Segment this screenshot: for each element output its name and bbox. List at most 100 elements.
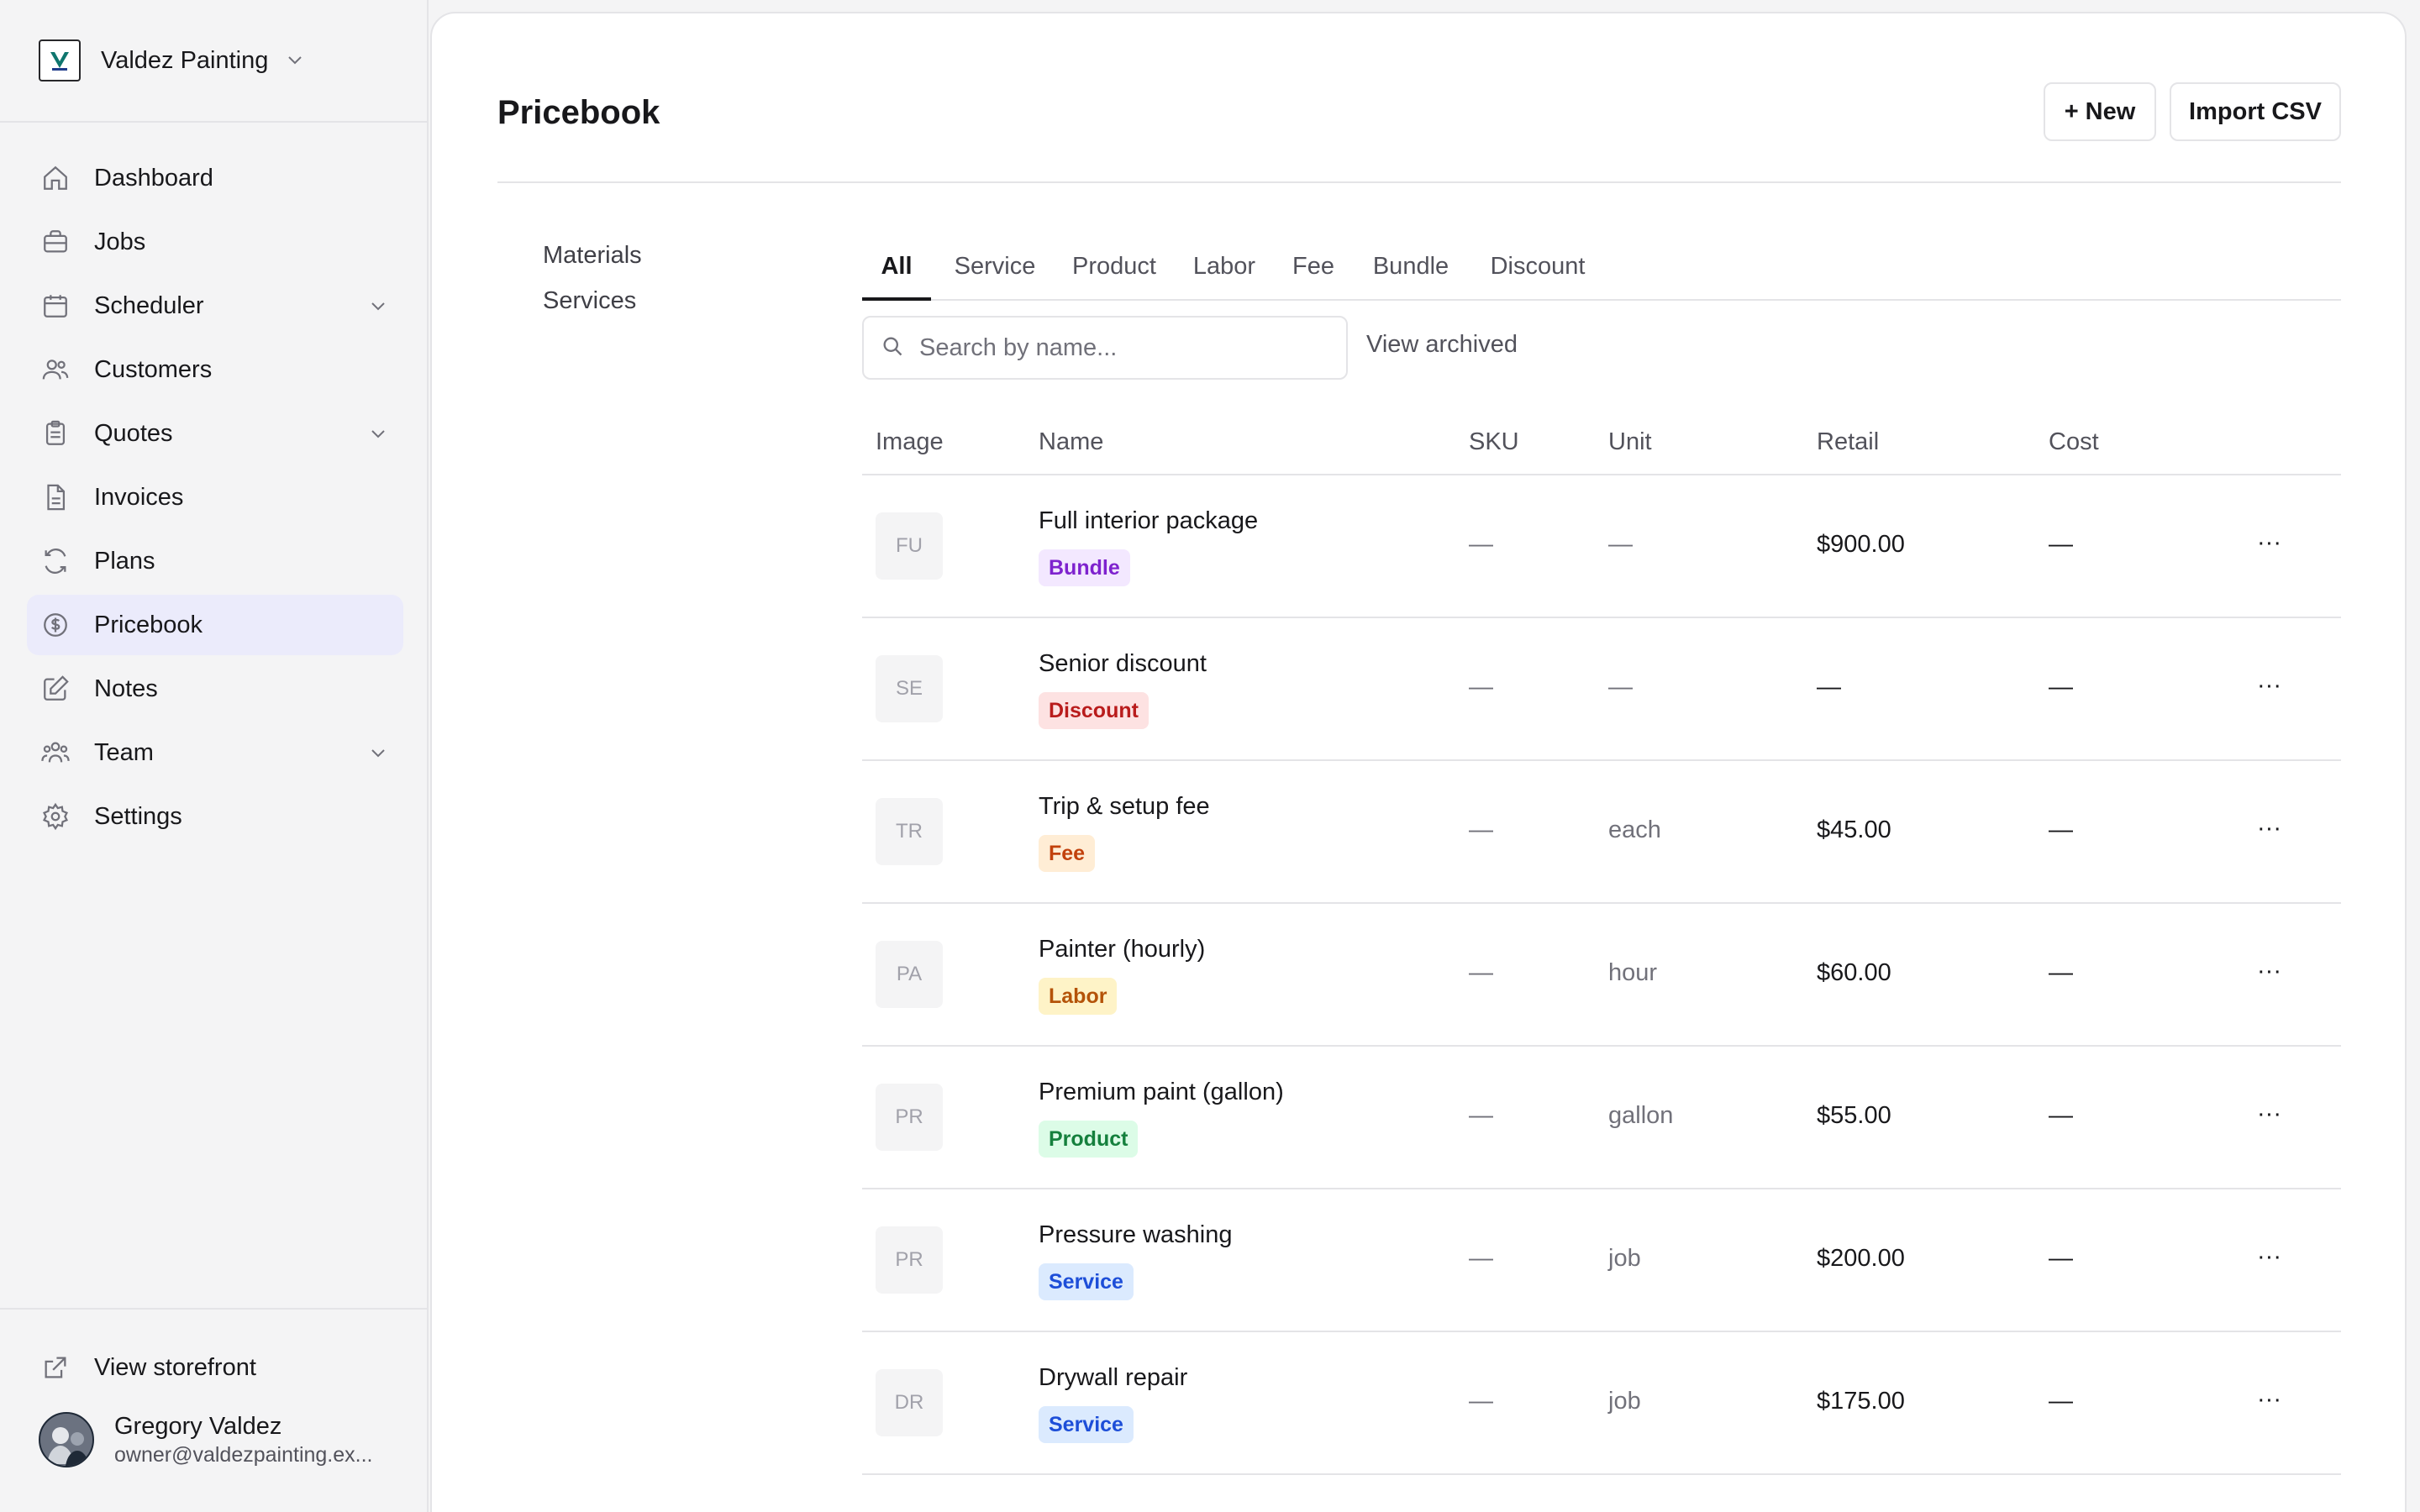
user-name: Gregory Valdez	[114, 1413, 282, 1440]
nav-label: Notes	[94, 675, 158, 702]
table-row[interactable]: PR Pressure washing Service — job $200.0…	[862, 1189, 2341, 1332]
refresh-icon	[40, 546, 71, 576]
more-actions-icon[interactable]: ···	[2257, 815, 2281, 843]
tab-service[interactable]: Service	[948, 228, 1042, 301]
table-row[interactable]: PA Painter (hourly) Labor — hour $60.00 …	[862, 904, 2341, 1047]
item-cost: —	[2049, 1245, 2073, 1272]
team-icon	[40, 738, 71, 768]
nav-label: Team	[94, 738, 154, 766]
nav-item-invoices[interactable]: Invoices	[27, 467, 403, 528]
dollar-icon	[40, 610, 71, 640]
nav-item-team[interactable]: Team	[27, 722, 403, 783]
item-name: Painter (hourly)	[1039, 936, 1206, 963]
user-profile[interactable]: Gregory Valdez owner@valdezpainting.ex..…	[39, 1411, 392, 1468]
calendar-icon	[40, 291, 71, 321]
tab-all[interactable]: All	[862, 228, 931, 301]
import-csv-button[interactable]: Import CSV	[2170, 82, 2341, 141]
item-name: Premium paint (gallon)	[1039, 1079, 1284, 1105]
new-item-button[interactable]: + New	[2044, 82, 2156, 141]
more-actions-icon[interactable]: ···	[2257, 529, 2281, 557]
item-cost: —	[2049, 1388, 2073, 1415]
nav-item-pricebook[interactable]: Pricebook	[27, 595, 403, 655]
sidebar: Valdez Painting Dashboard Jobs Scheduler…	[0, 0, 429, 1512]
divider	[0, 1308, 429, 1310]
item-unit: hour	[1608, 959, 1658, 986]
more-actions-icon[interactable]: ···	[2257, 672, 2281, 700]
nav-label: Pricebook	[94, 611, 203, 638]
avatar	[39, 1412, 94, 1467]
nav-item-quotes[interactable]: Quotes	[27, 403, 403, 464]
tab-fee[interactable]: Fee	[1286, 228, 1341, 301]
item-thumbnail: SE	[876, 655, 943, 722]
item-unit: each	[1608, 816, 1661, 843]
item-sku: —	[1469, 1102, 1493, 1129]
search-input[interactable]	[919, 333, 1323, 362]
nav-item-notes[interactable]: Notes	[27, 659, 403, 719]
item-unit: —	[1608, 531, 1633, 558]
brand-logo	[39, 39, 81, 81]
main-nav: Dashboard Jobs Scheduler Customers Quote…	[27, 148, 403, 850]
table-row[interactable]: SE Senior discount Discount — — — — ···	[862, 618, 2341, 761]
item-name: Trip & setup fee	[1039, 793, 1210, 820]
search-icon	[881, 334, 904, 362]
nav-label: Customers	[94, 355, 213, 383]
view-storefront-link[interactable]: View storefront	[40, 1351, 256, 1384]
more-actions-icon[interactable]: ···	[2257, 1243, 2281, 1271]
nav-item-plans[interactable]: Plans	[27, 531, 403, 591]
tab-product[interactable]: Product	[1064, 228, 1165, 301]
nav-item-jobs[interactable]: Jobs	[27, 212, 403, 272]
nav-item-dashboard[interactable]: Dashboard	[27, 148, 403, 208]
more-actions-icon[interactable]: ···	[2257, 1386, 2281, 1414]
nav-item-scheduler[interactable]: Scheduler	[27, 276, 403, 336]
table-row[interactable]: DR Drywall repair Service — job $175.00 …	[862, 1332, 2341, 1475]
search-box[interactable]	[862, 316, 1348, 380]
column-header-sku[interactable]: SKU	[1469, 428, 1519, 456]
item-retail: $900.00	[1817, 531, 1905, 558]
item-sku: —	[1469, 1245, 1493, 1272]
column-header-name[interactable]: Name	[1039, 428, 1103, 456]
nav-label: Jobs	[94, 228, 146, 255]
table-row[interactable]: TR Trip & setup fee Fee — each $45.00 — …	[862, 761, 2341, 904]
document-icon	[40, 482, 71, 512]
gear-icon	[40, 801, 71, 832]
view-archived-link[interactable]: View archived	[1366, 331, 1518, 359]
column-header-retail[interactable]: Retail	[1817, 428, 1879, 456]
type-badge: Bundle	[1039, 549, 1130, 586]
tab-discount[interactable]: Discount	[1479, 228, 1597, 301]
main-panel: Pricebook + New Import CSV Materials Ser…	[430, 12, 2407, 1512]
item-unit: —	[1608, 674, 1633, 701]
type-badge: Labor	[1039, 978, 1118, 1015]
column-header-cost[interactable]: Cost	[2049, 428, 2099, 456]
item-retail: $175.00	[1817, 1388, 1905, 1415]
item-retail: $200.00	[1817, 1245, 1905, 1272]
subnav-item-services[interactable]: Services	[543, 272, 642, 329]
item-sku: —	[1469, 1388, 1493, 1415]
item-unit: job	[1608, 1245, 1641, 1272]
item-thumbnail: PR	[876, 1226, 943, 1294]
table-row[interactable]: FU Full interior package Bundle — — $900…	[862, 475, 2341, 618]
workspace-switcher[interactable]: Valdez Painting	[39, 39, 305, 82]
item-thumbnail: PR	[876, 1084, 943, 1151]
item-cost: —	[2049, 959, 2073, 986]
nav-item-settings[interactable]: Settings	[27, 786, 403, 847]
column-header-unit[interactable]: Unit	[1608, 428, 1652, 456]
pencil-square-icon	[40, 674, 71, 704]
item-thumbnail: DR	[876, 1369, 943, 1436]
type-badge: Service	[1039, 1406, 1134, 1443]
item-retail: $60.00	[1817, 959, 1891, 986]
table-row[interactable]: PR Premium paint (gallon) Product — gall…	[862, 1047, 2341, 1189]
table-header: Image Name SKU Unit Retail Cost	[862, 412, 2341, 475]
type-badge: Service	[1039, 1263, 1134, 1300]
tab-bundle[interactable]: Bundle	[1365, 228, 1457, 301]
user-email: owner@valdezpainting.ex...	[114, 1443, 373, 1467]
nav-label: Plans	[94, 547, 155, 575]
nav-label: Settings	[94, 802, 182, 830]
nav-item-customers[interactable]: Customers	[27, 339, 403, 400]
item-name: Pressure washing	[1039, 1221, 1233, 1248]
more-actions-icon[interactable]: ···	[2257, 1100, 2281, 1128]
item-sku: —	[1469, 959, 1493, 986]
more-actions-icon[interactable]: ···	[2257, 958, 2281, 985]
tab-labor[interactable]: Labor	[1185, 228, 1264, 301]
chevron-down-icon	[368, 743, 388, 767]
home-icon	[40, 163, 71, 193]
